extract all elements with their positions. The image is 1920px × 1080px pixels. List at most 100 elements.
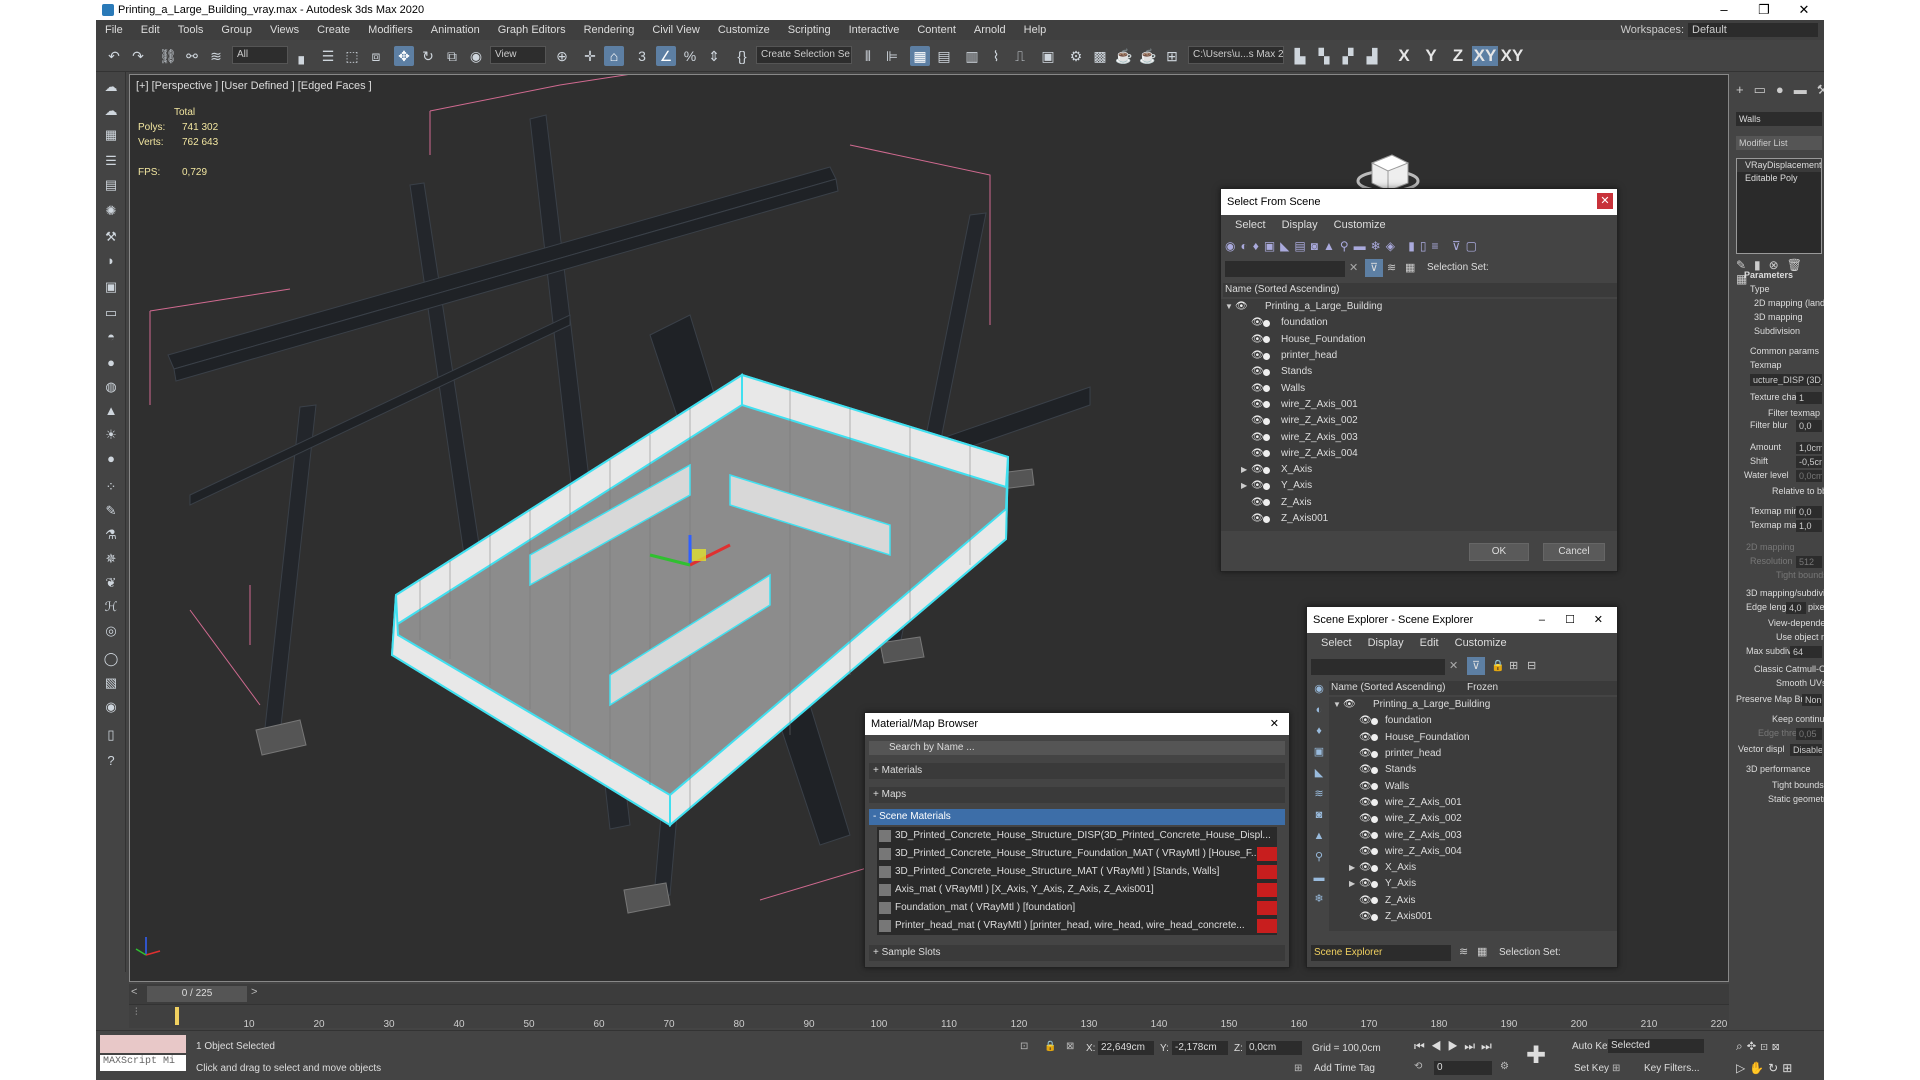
section-scene-materials[interactable]: - Scene Materials bbox=[869, 809, 1285, 825]
key-sets-icon[interactable]: ⊞ bbox=[1612, 1063, 1620, 1074]
plant-icon[interactable]: ❦ bbox=[102, 574, 120, 592]
tree-item[interactable]: ▶ 👁 Y_Axis bbox=[1329, 876, 1617, 892]
menu-edit[interactable]: Edit bbox=[132, 20, 169, 40]
menu-display[interactable]: Display bbox=[1360, 633, 1412, 653]
menu-civil-view[interactable]: Civil View bbox=[643, 20, 708, 40]
material-editor-icon[interactable]: ▣ bbox=[1038, 46, 1058, 66]
project-folder-icon[interactable]: ▙ bbox=[1290, 46, 1310, 66]
select-move-icon[interactable]: ✥ bbox=[394, 46, 414, 66]
texture-chan-field[interactable]: 1 bbox=[1796, 392, 1822, 404]
smooth-uvs-checkbox[interactable]: Smooth UVs bbox=[1776, 678, 1824, 688]
tree-item[interactable]: ▶ 👁 X_Axis bbox=[1329, 860, 1617, 876]
percent-snap-icon[interactable]: % bbox=[680, 46, 700, 66]
name-column[interactable]: Name (Sorted Ascending) bbox=[1331, 682, 1446, 693]
tree-item[interactable]: 👁 wire_Z_Axis_004 bbox=[1221, 446, 1617, 462]
key-mode-icon[interactable]: ⟲ bbox=[1414, 1061, 1422, 1072]
edge-thresh-field[interactable]: 0,05 bbox=[1796, 728, 1822, 740]
tree-item[interactable]: 👁 Z_Axis bbox=[1329, 893, 1617, 909]
axis-xy-button[interactable]: XY bbox=[1472, 46, 1498, 66]
close-button[interactable]: ✕ bbox=[1594, 607, 1603, 633]
filter-icon[interactable]: ⊽ bbox=[1467, 657, 1485, 675]
time-config-icon[interactable]: ⚙ bbox=[1500, 1061, 1509, 1072]
select-by-name-icon[interactable]: ☰ bbox=[318, 46, 338, 66]
unlink-icon[interactable]: ⚯ bbox=[182, 46, 202, 66]
tree-item[interactable]: 👁 wire_Z_Axis_004 bbox=[1329, 844, 1617, 860]
fabric-icon[interactable]: ◎ bbox=[102, 622, 120, 640]
geosphere-icon[interactable]: ◍ bbox=[102, 378, 120, 396]
search-field[interactable]: Search by Name ... bbox=[869, 741, 1285, 755]
add-time-tag[interactable]: Add Time Tag bbox=[1314, 1063, 1375, 1074]
layers-icon[interactable]: ⊟ bbox=[1527, 659, 1536, 672]
selection-set-icon[interactable]: ▦ bbox=[1405, 261, 1415, 274]
material-item[interactable]: 3D_Printed_Concrete_House_Structure_MAT … bbox=[877, 863, 1277, 881]
bind-space-warp-icon[interactable]: ≋ bbox=[206, 46, 226, 66]
tree-item[interactable]: 👁 wire_Z_Axis_001 bbox=[1329, 795, 1617, 811]
tree-item[interactable]: 👁 wire_Z_Axis_002 bbox=[1329, 811, 1617, 827]
shift-field[interactable]: -0,5cm bbox=[1796, 456, 1822, 468]
absolute-mode-icon[interactable]: ⊠ bbox=[1066, 1041, 1074, 1052]
spinner-snap-icon[interactable]: ⇕ bbox=[704, 46, 724, 66]
minimize-button[interactable]: – bbox=[1704, 0, 1744, 20]
select-manipulate-icon[interactable]: ✛ bbox=[580, 46, 600, 66]
cancel-button[interactable]: Cancel bbox=[1543, 543, 1605, 561]
stack-item-editable-poly[interactable]: Editable Poly bbox=[1737, 172, 1821, 185]
maxscript-listener[interactable]: MAXScript Mi bbox=[100, 1055, 186, 1071]
rendered-frame-icon[interactable]: ▩ bbox=[1090, 46, 1110, 66]
amount-field[interactable]: 1,0cm bbox=[1796, 442, 1822, 454]
list-icon[interactable]: ☰ bbox=[102, 152, 120, 170]
tree-item[interactable]: 👁 foundation bbox=[1221, 315, 1617, 331]
tree-root[interactable]: ▼ 👁 Printing_a_Large_Building bbox=[1221, 299, 1617, 315]
filter-sidebar[interactable]: ◉ ◐ ♦ ▣ ◣ ≋ ◙ ▲ ⚲ ▬ ❄ bbox=[1309, 679, 1329, 939]
vector-displ-dropdown[interactable]: Disabled bbox=[1790, 744, 1822, 756]
menu-content[interactable]: Content bbox=[908, 20, 965, 40]
z-coord-field[interactable]: 0,0cm bbox=[1246, 1041, 1302, 1055]
isolate-icon[interactable]: ⊡ bbox=[1020, 1041, 1028, 1052]
tree-item[interactable]: 👁 House_Foundation bbox=[1221, 332, 1617, 348]
select-scale-icon[interactable]: ⧉ bbox=[442, 46, 462, 66]
toggle-layer-explorer-icon[interactable]: ▤ bbox=[934, 46, 954, 66]
render-setup-icon[interactable]: ⚙ bbox=[1066, 46, 1086, 66]
clear-search-icon[interactable]: ✕ bbox=[1449, 659, 1458, 672]
preserve-map-dropdown[interactable]: None bbox=[1802, 694, 1822, 706]
link-icon[interactable]: ⛓ bbox=[158, 46, 178, 66]
fur-icon[interactable]: ℋ bbox=[102, 598, 120, 616]
align-icon[interactable]: ⊫ bbox=[882, 46, 902, 66]
menu-tools[interactable]: Tools bbox=[169, 20, 213, 40]
cone-icon[interactable]: ▲ bbox=[102, 402, 120, 420]
menu-create[interactable]: Create bbox=[308, 20, 359, 40]
menu-select[interactable]: Select bbox=[1313, 633, 1360, 653]
grid-icon[interactable]: ▤ bbox=[102, 176, 120, 194]
workspace-dropdown[interactable]: Default bbox=[1688, 23, 1818, 37]
tools-icon[interactable]: ⚒ bbox=[102, 228, 120, 246]
set-key-button[interactable]: Set Key bbox=[1574, 1063, 1609, 1074]
radio-2d-mapping[interactable]: 2D mapping (landscape) bbox=[1754, 298, 1824, 308]
tree-item[interactable]: 👁 printer_head bbox=[1221, 348, 1617, 364]
hierarchy-icon[interactable]: ⊞ bbox=[1509, 659, 1518, 672]
use-object-mtl-checkbox[interactable]: Use object mtl bbox=[1776, 632, 1824, 642]
curve-editor-icon[interactable]: ⌇ bbox=[986, 46, 1006, 66]
texmap-min-field[interactable]: 0,0 bbox=[1796, 506, 1822, 518]
tree-item[interactable]: 👁 Walls bbox=[1329, 778, 1617, 794]
filter-icon[interactable]: ⊽ bbox=[1365, 259, 1383, 277]
frame-counter[interactable]: 0 / 225 bbox=[147, 986, 247, 1002]
material-item[interactable]: Foundation_mat ( VRayMtl ) [foundation] bbox=[877, 899, 1277, 917]
maximize-button[interactable]: ☐ bbox=[1565, 607, 1575, 633]
texmap-max-field[interactable]: 1,0 bbox=[1796, 520, 1822, 532]
rect-selection-icon[interactable]: ⬚ bbox=[342, 46, 362, 66]
tree-item[interactable]: 👁 printer_head bbox=[1329, 746, 1617, 762]
audio-icon[interactable]: ◗ bbox=[102, 252, 120, 270]
select-place-icon[interactable]: ◉ bbox=[466, 46, 486, 66]
ref-coord-dropdown[interactable]: View bbox=[490, 46, 546, 64]
menu-display[interactable]: Display bbox=[1274, 215, 1326, 235]
menu-rendering[interactable]: Rendering bbox=[575, 20, 644, 40]
minimize-button[interactable]: – bbox=[1539, 607, 1545, 633]
viewport-nav-bottom[interactable]: ▷✋↻⊞ bbox=[1736, 1061, 1796, 1075]
panel-tabs[interactable]: +▭●▬⚒ bbox=[1736, 82, 1824, 98]
select-rotate-icon[interactable]: ↻ bbox=[418, 46, 438, 66]
clear-search-icon[interactable]: ✕ bbox=[1349, 261, 1358, 274]
file-icon[interactable]: ▯ bbox=[102, 726, 120, 744]
menu-arnold[interactable]: Arnold bbox=[965, 20, 1015, 40]
window-crossing-icon[interactable]: ⧈ bbox=[366, 46, 386, 66]
x-coord-field[interactable]: 22,649cm bbox=[1098, 1041, 1154, 1055]
set-key-icon[interactable]: ✚ bbox=[1526, 1041, 1546, 1070]
